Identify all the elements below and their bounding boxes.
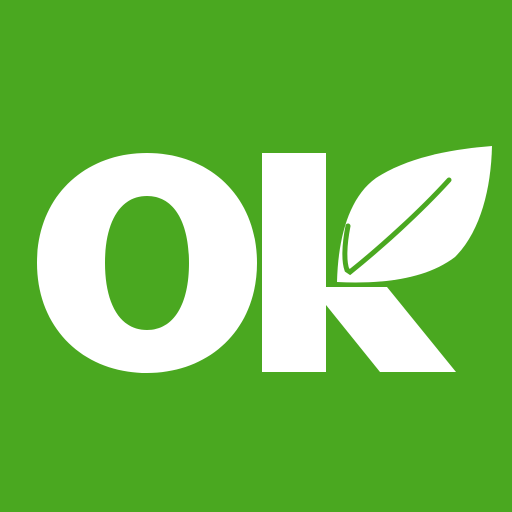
ok-leaf-logo bbox=[0, 0, 512, 512]
app-icon bbox=[0, 0, 512, 512]
letter-k-stem bbox=[262, 153, 326, 372]
